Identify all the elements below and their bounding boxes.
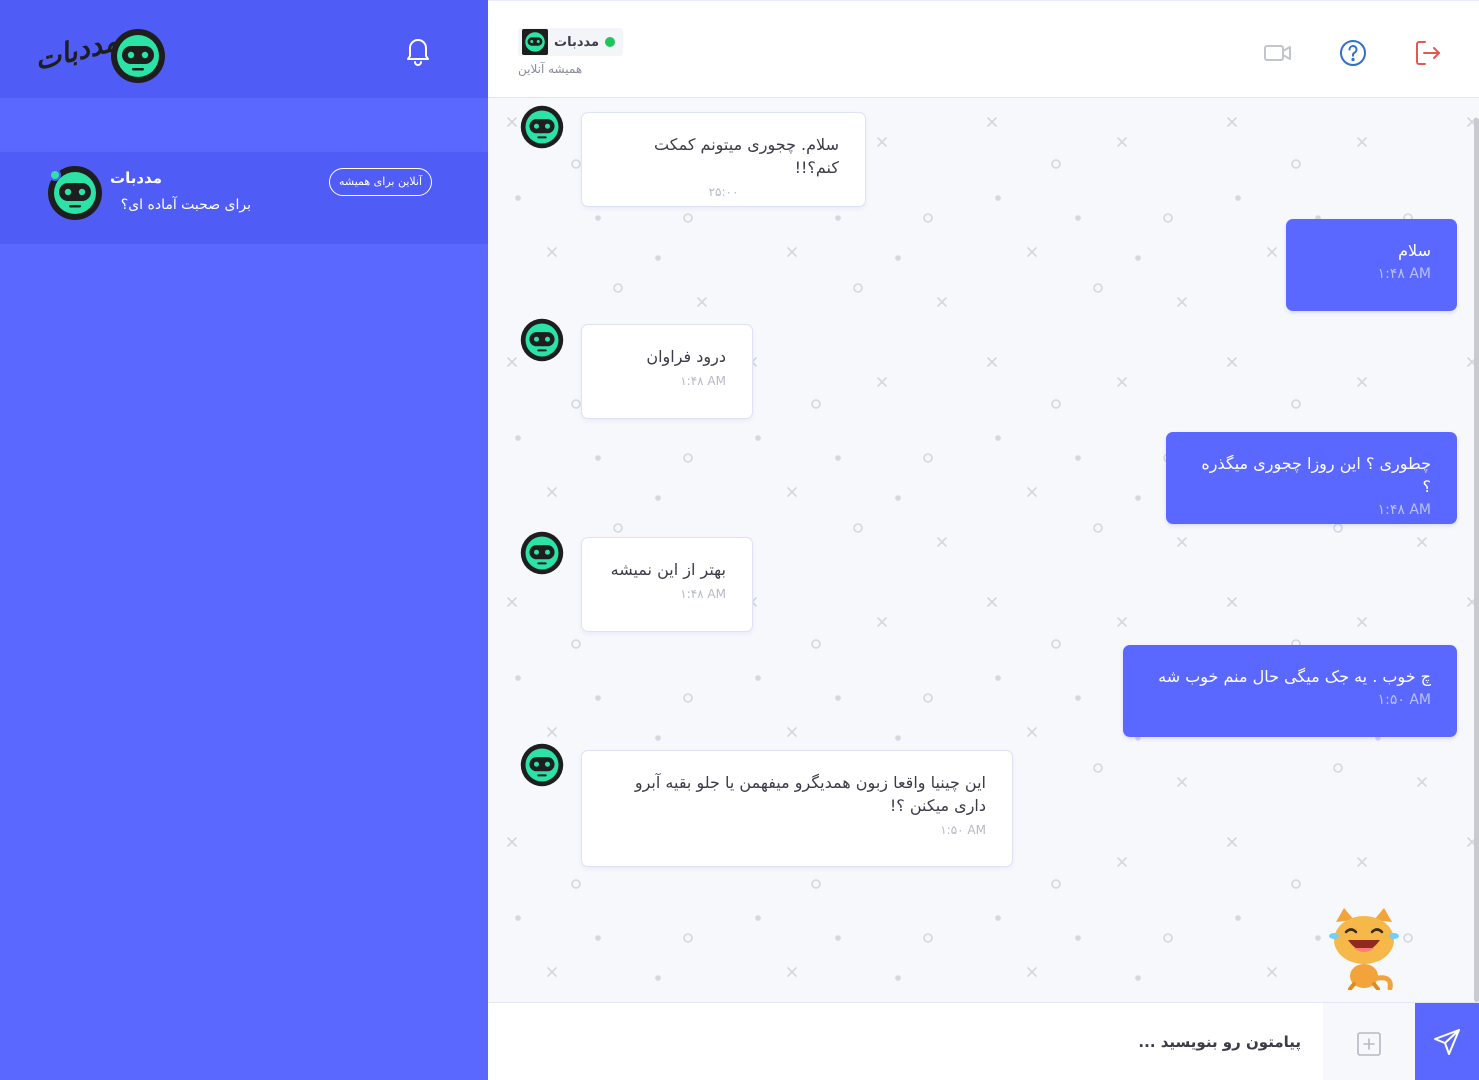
chat-preview: برای صحبت آماده ای؟	[120, 197, 251, 213]
contact-status: همیشه آنلاین	[518, 62, 583, 76]
message-time: ۱:۴۸ AM	[680, 587, 726, 601]
message-list[interactable]: سلام. چجوری میتونم کمکت کنم؟!! ۲۵:۰۰ سلا…	[488, 98, 1479, 1002]
online-indicator	[49, 169, 61, 181]
chat-list-item-maddbot[interactable]: مددبات برای صحبت آماده ای؟ آنلاین برای ه…	[0, 152, 488, 244]
scrollbar[interactable]	[1474, 118, 1479, 1002]
message-time: ۱:۴۸ AM	[1377, 502, 1431, 518]
message-time: ۱:۴۸ AM	[1377, 266, 1431, 282]
laughing-cat-sticker-icon[interactable]	[1324, 906, 1404, 990]
message-text: چطوری ؟ این روزا چجوری میگذره ؟	[1201, 454, 1431, 496]
message-text: بهتر از این نمیشه	[610, 560, 726, 579]
help-icon[interactable]	[1337, 37, 1369, 69]
app-logo[interactable]: مددبات	[30, 24, 170, 86]
status-badge: آنلاین برای همیشه	[329, 168, 433, 196]
sidebar-header: مددبات	[0, 0, 488, 98]
message-time: ۱:۵۰ AM	[1377, 692, 1431, 708]
sidebar: مددبات مددبات برای صحبت آماده ای؟ آنلاین…	[0, 0, 488, 1080]
message-bubble-user[interactable]: چطوری ؟ این روزا چجوری میگذره ؟ ۱:۴۸ AM	[1166, 432, 1457, 524]
message-bubble-bot[interactable]: بهتر از این نمیشه ۱:۴۸ AM	[581, 537, 753, 632]
add-attachment-icon	[1357, 1032, 1381, 1056]
online-status-dot	[605, 37, 616, 47]
contact-name: مددبات	[554, 34, 600, 50]
message-bubble-user[interactable]: چ خوب . یه جک میگی حال منم خوب شه ۱:۵۰ A…	[1123, 645, 1457, 737]
message-bubble-bot[interactable]: این چینیا واقعا زبون همدیگرو میفهمن یا ج…	[581, 750, 1013, 867]
bot-avatar	[520, 318, 564, 362]
message-text: سلام. چجوری میتونم کمکت کنم؟!!	[654, 135, 839, 177]
message-composer	[488, 1002, 1479, 1080]
bot-avatar	[520, 531, 564, 575]
bot-avatar	[520, 105, 564, 149]
message-bubble-user[interactable]: سلام ۱:۴۸ AM	[1286, 219, 1457, 311]
message-text: سلام	[1398, 241, 1431, 260]
message-time: ۱:۴۸ AM	[680, 374, 726, 388]
attach-button[interactable]	[1323, 1003, 1415, 1080]
send-button[interactable]	[1415, 1003, 1479, 1080]
message-text: چ خوب . یه جک میگی حال منم خوب شه	[1158, 667, 1431, 686]
logout-icon[interactable]	[1412, 37, 1444, 69]
message-input[interactable]	[488, 1003, 1323, 1080]
robot-logo-icon	[111, 29, 165, 83]
send-icon	[1434, 1029, 1460, 1055]
message-bubble-bot[interactable]: سلام. چجوری میتونم کمکت کنم؟!! ۲۵:۰۰	[581, 112, 866, 207]
chat-header: مددبات همیشه آنلاین	[488, 0, 1479, 98]
message-time: ۲۵:۰۰	[708, 185, 739, 199]
chat-name: مددبات	[110, 169, 162, 187]
chat-panel: مددبات همیشه آنلاین سلام. چجوری میتونم ک…	[488, 0, 1479, 1080]
contact-avatar	[522, 29, 548, 55]
bot-avatar	[520, 743, 564, 787]
notification-bell-icon[interactable]	[402, 34, 434, 66]
video-camera-icon[interactable]	[1262, 37, 1294, 69]
message-bubble-bot[interactable]: درود فراوان ۱:۴۸ AM	[581, 324, 753, 419]
message-time: ۱:۵۰ AM	[940, 823, 986, 837]
message-text: درود فراوان	[646, 347, 726, 366]
contact-info[interactable]: مددبات	[518, 28, 624, 56]
logo-text: مددبات	[31, 24, 122, 77]
message-text: این چینیا واقعا زبون همدیگرو میفهمن یا ج…	[634, 773, 986, 815]
